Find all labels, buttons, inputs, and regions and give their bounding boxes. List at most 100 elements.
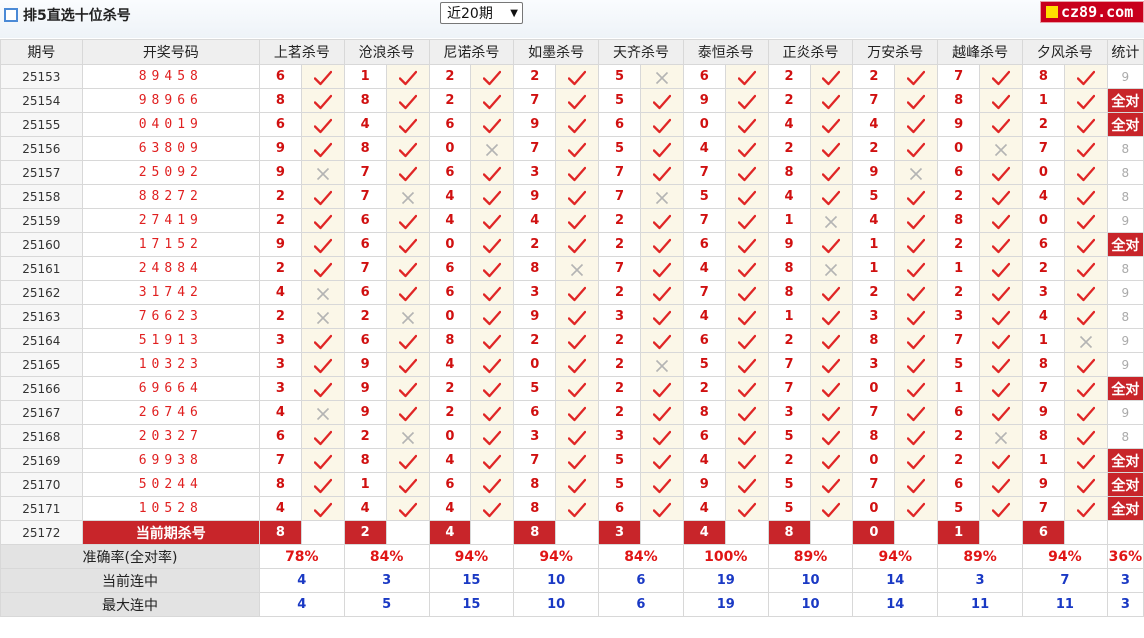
check-icon [737, 166, 756, 181]
kill-number-cell: 5 [598, 448, 641, 473]
result-mark-cell [1063, 208, 1108, 233]
brand-logo[interactable]: cz89.com [1040, 1, 1144, 23]
check-icon [398, 94, 417, 109]
check-icon [568, 502, 587, 517]
check-icon [737, 358, 756, 373]
result-mark-cell [300, 88, 345, 113]
check-icon [483, 166, 502, 181]
kill-number-cell: 2 [937, 280, 981, 305]
check-icon [737, 310, 756, 325]
current-streak-row-value: 10 [513, 568, 600, 593]
result-mark-cell [300, 256, 345, 281]
result-mark-cell [385, 64, 430, 89]
result-mark-cell [300, 280, 345, 305]
kill-number-cell: 7 [1021, 136, 1065, 161]
kill-number-cell: 6 [682, 328, 726, 353]
col-header-expert: 正炎杀号 [767, 39, 854, 65]
result-mark-cell [809, 424, 854, 449]
accuracy-row-value: 94% [513, 544, 600, 569]
result-mark-cell [385, 376, 430, 401]
kill-number-cell: 7 [852, 400, 896, 425]
check-icon [1076, 406, 1095, 421]
current-blank-cell [385, 520, 430, 545]
check-icon [483, 70, 502, 85]
kill-number-cell: 1 [343, 64, 387, 89]
cross-icon [825, 215, 838, 228]
check-icon [483, 262, 502, 277]
kill-number-cell: 2 [598, 232, 641, 257]
result-mark-cell [724, 448, 769, 473]
check-icon [568, 142, 587, 157]
check-icon [398, 238, 417, 253]
draw-number-cell: 69938 [81, 448, 260, 473]
check-icon [483, 382, 502, 397]
current-blank-cell [894, 520, 939, 545]
kill-number-cell: 0 [937, 136, 981, 161]
kill-number-cell: 1 [937, 376, 981, 401]
col-header-expert: 天齐杀号 [598, 39, 684, 65]
check-icon [737, 142, 756, 157]
result-mark-cell [300, 208, 345, 233]
kill-number-cell: 4 [682, 136, 726, 161]
result-mark-cell [470, 328, 515, 353]
kill-number-cell: 2 [598, 280, 641, 305]
check-icon [822, 358, 841, 373]
kill-number-cell: 4 [428, 448, 472, 473]
current-streak-row-value: 19 [682, 568, 769, 593]
stat-cell: 9 [1106, 328, 1144, 353]
kill-number-cell: 3 [258, 328, 302, 353]
result-mark-cell [300, 424, 345, 449]
check-icon [398, 358, 417, 373]
check-icon [907, 190, 926, 205]
result-mark-cell [555, 328, 600, 353]
kill-number-cell: 3 [767, 400, 811, 425]
result-mark-cell [300, 112, 345, 137]
kill-number-cell: 9 [937, 112, 981, 137]
check-icon [1076, 238, 1095, 253]
cross-icon [655, 359, 668, 372]
accuracy-row-label: 准确率(全对率) [0, 544, 260, 569]
result-mark-cell [724, 472, 769, 497]
kill-number-cell: 8 [428, 328, 472, 353]
result-mark-cell [979, 232, 1023, 257]
result-mark-cell [300, 64, 345, 89]
result-mark-cell [894, 136, 939, 161]
result-mark-cell [470, 256, 515, 281]
check-icon [1076, 118, 1095, 133]
kill-number-cell: 2 [513, 232, 557, 257]
max-streak-row-value: 11 [1021, 592, 1108, 617]
kill-number-cell: 6 [428, 472, 472, 497]
check-icon [568, 310, 587, 325]
result-mark-cell [470, 376, 515, 401]
result-mark-cell [979, 160, 1023, 185]
chevron-down-icon: ▼ [510, 7, 518, 19]
result-mark-cell [555, 280, 600, 305]
stat-cell: 9 [1106, 400, 1144, 425]
kill-number-cell: 7 [767, 352, 811, 377]
current-streak-row-value: 6 [598, 568, 684, 593]
kill-number-cell: 1 [1021, 328, 1065, 353]
kill-number-cell: 7 [343, 184, 387, 209]
col-header-expert: 沧浪杀号 [343, 39, 430, 65]
current-kill-number: 8 [258, 520, 302, 545]
kill-number-cell: 9 [852, 160, 896, 185]
max-streak-row-value: 14 [852, 592, 939, 617]
result-mark-cell [300, 472, 345, 497]
kill-number-cell: 2 [343, 304, 387, 329]
kill-number-cell: 2 [852, 280, 896, 305]
kill-number-cell: 4 [428, 208, 472, 233]
result-mark-cell [555, 112, 600, 137]
table-row: 25165 10323 3 9 4 0 2 5 7 3 5 8 9 [0, 352, 1144, 377]
check-icon [652, 478, 671, 493]
period-select[interactable]: 近20期 ▼ [440, 2, 523, 24]
check-icon [313, 118, 332, 133]
check-icon [1076, 382, 1095, 397]
kill-number-cell: 2 [682, 376, 726, 401]
result-mark-cell [724, 256, 769, 281]
check-icon [398, 214, 417, 229]
kill-number-cell: 2 [428, 376, 472, 401]
cross-icon [910, 167, 923, 180]
stat-cell: 全对 [1106, 232, 1144, 257]
stat-cell: 全对 [1106, 472, 1144, 497]
current-kill-number: 4 [682, 520, 726, 545]
